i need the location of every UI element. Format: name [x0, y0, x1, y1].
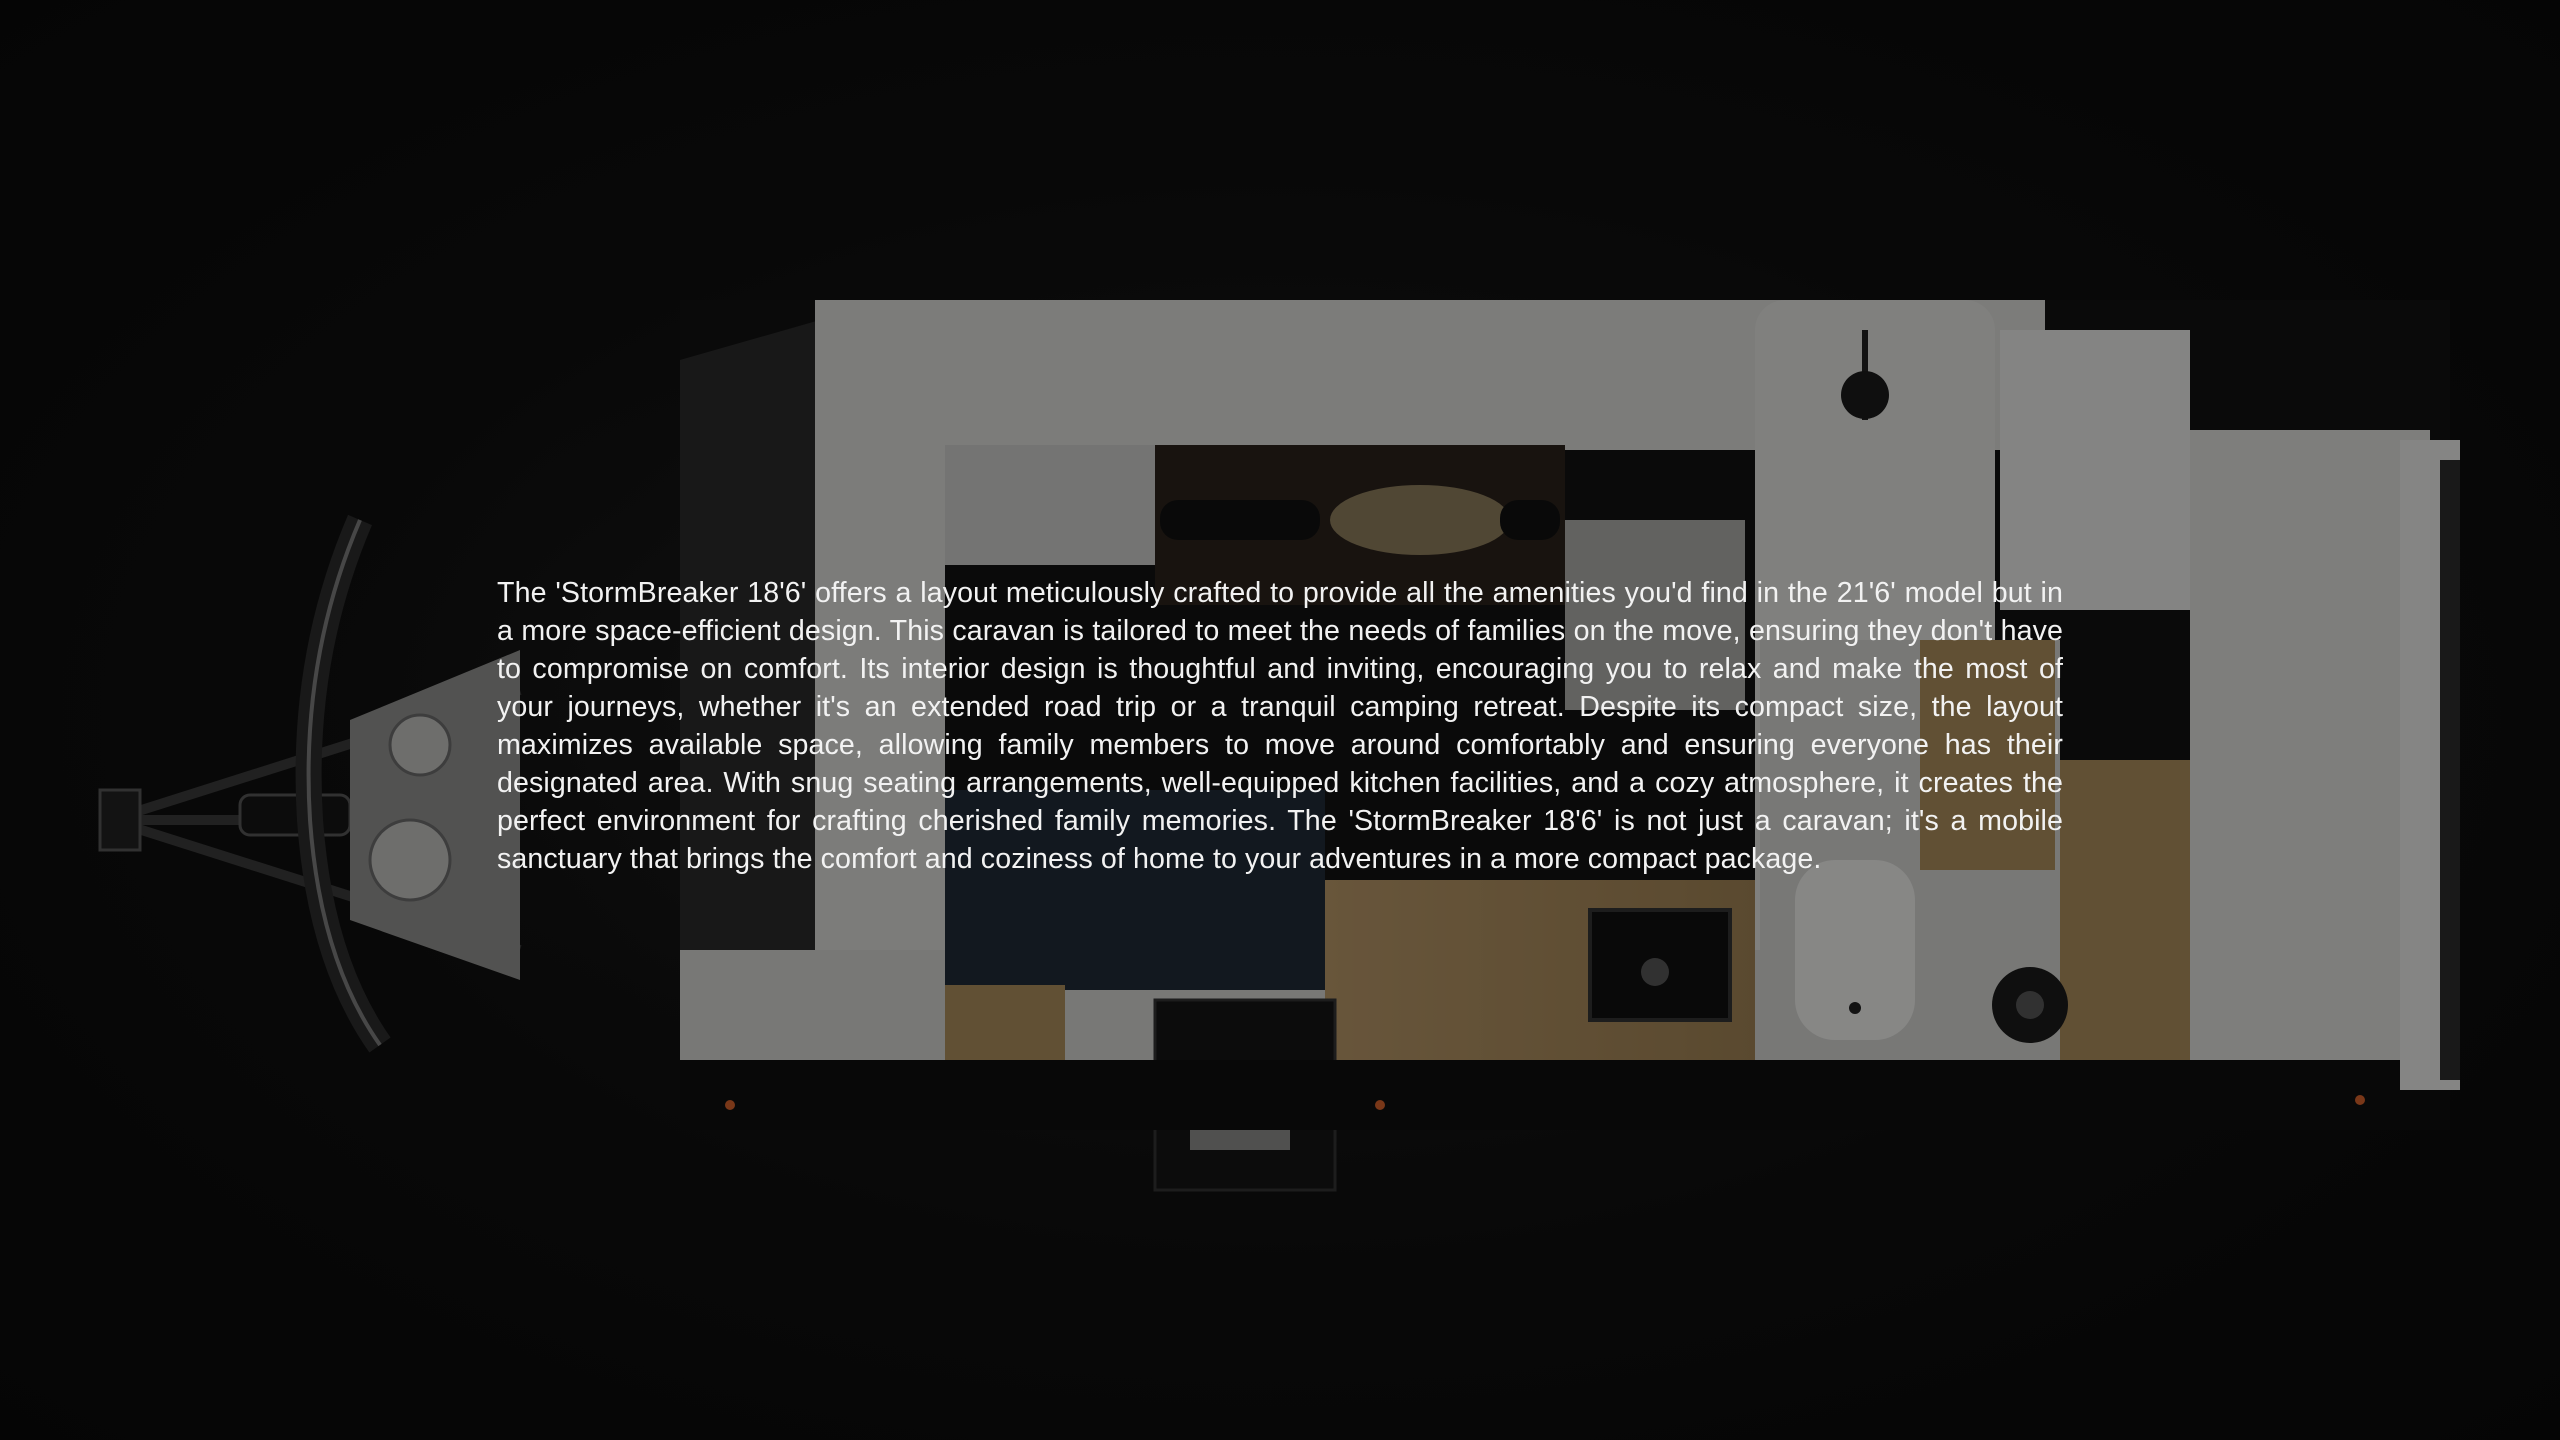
page: The 'StormBreaker 18'6' offers a layout …	[0, 0, 2560, 1440]
caravan-description: The 'StormBreaker 18'6' offers a layout …	[497, 577, 2063, 875]
